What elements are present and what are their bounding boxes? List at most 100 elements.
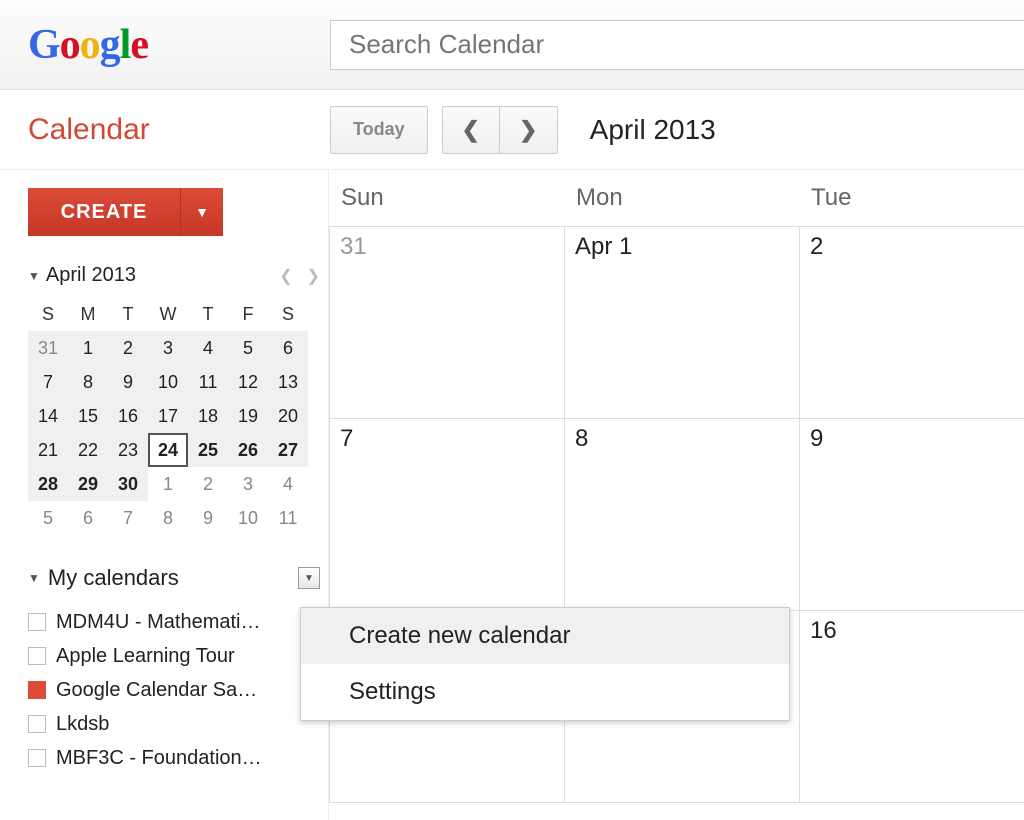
mini-prev-button[interactable]: ❮ <box>279 266 292 286</box>
mini-weekday-head: F <box>228 297 268 331</box>
mini-next-button[interactable]: ❯ <box>307 266 320 286</box>
mini-day-cell[interactable]: 18 <box>188 399 228 433</box>
mini-day-cell[interactable]: 26 <box>228 433 268 467</box>
mini-day-cell[interactable]: 1 <box>148 467 188 501</box>
mini-day-cell[interactable]: 4 <box>268 467 308 501</box>
calendar-list-label: Lkdsb <box>56 713 109 736</box>
dropdown-menu-item[interactable]: Create new calendar <box>301 608 789 664</box>
mini-day-cell[interactable]: 21 <box>28 433 68 467</box>
mini-weekday-head: T <box>108 297 148 331</box>
mini-day-cell[interactable]: 30 <box>108 467 148 501</box>
calendar-list-label: MDM4U - Mathemati… <box>56 611 260 634</box>
today-button[interactable]: Today <box>330 106 428 154</box>
calendar-color-box[interactable] <box>28 613 46 631</box>
app-title: Calendar <box>0 113 330 147</box>
sidebar: CREATE ▼ ▼ April 2013 ❮ ❯ SMTWTFS3112345… <box>0 170 329 820</box>
mini-weekday-head: M <box>68 297 108 331</box>
calendar-grid: SunMonTue 31Apr 1278916 <box>329 170 1024 820</box>
mini-day-cell[interactable]: 3 <box>228 467 268 501</box>
nav-arrow-group: ❮ ❯ <box>442 106 558 154</box>
mini-day-cell[interactable]: 11 <box>268 501 308 535</box>
mini-day-cell[interactable]: 9 <box>108 365 148 399</box>
mini-day-cell[interactable]: 6 <box>268 331 308 365</box>
calendar-list-item[interactable]: Google Calendar Sa… <box>28 673 320 707</box>
prev-button[interactable]: ❮ <box>442 106 500 154</box>
dropdown-menu-item[interactable]: Settings <box>301 664 789 720</box>
triangle-down-icon: ▼ <box>304 573 314 584</box>
mini-day-cell[interactable]: 7 <box>28 365 68 399</box>
chevron-left-icon: ❮ <box>461 117 479 143</box>
mini-day-cell[interactable]: 25 <box>188 433 228 467</box>
mini-day-cell[interactable]: 24 <box>148 433 188 467</box>
calendar-day-cell[interactable]: 31 <box>329 227 564 418</box>
mini-day-cell[interactable]: 10 <box>228 501 268 535</box>
calendar-list-item[interactable]: MBF3C - Foundation… <box>28 741 320 775</box>
mini-day-cell[interactable]: 8 <box>148 501 188 535</box>
calendar-color-box[interactable] <box>28 681 46 699</box>
calendar-day-cell[interactable]: 16 <box>799 611 1024 802</box>
mini-cal-title: April 2013 <box>46 264 136 287</box>
mini-day-cell[interactable]: 3 <box>148 331 188 365</box>
calendar-day-cell[interactable]: 7 <box>329 419 564 610</box>
next-button[interactable]: ❯ <box>500 106 558 154</box>
create-button[interactable]: CREATE <box>28 188 181 236</box>
my-calendars-dropdown: Create new calendarSettings <box>300 607 790 721</box>
mini-day-cell[interactable]: 19 <box>228 399 268 433</box>
mini-day-cell[interactable]: 2 <box>188 467 228 501</box>
mini-weekday-head: W <box>148 297 188 331</box>
myc-collapse-icon[interactable]: ▼ <box>28 571 40 585</box>
mini-day-cell[interactable]: 17 <box>148 399 188 433</box>
mini-day-cell[interactable]: 11 <box>188 365 228 399</box>
mini-day-cell[interactable]: 13 <box>268 365 308 399</box>
weekday-header-cell: Mon <box>564 170 799 226</box>
my-calendars-menu-button[interactable]: ▼ <box>298 567 320 589</box>
calendar-day-cell[interactable]: 2 <box>799 227 1024 418</box>
mini-day-cell[interactable]: 2 <box>108 331 148 365</box>
mini-day-cell[interactable]: 9 <box>188 501 228 535</box>
calendar-color-box[interactable] <box>28 715 46 733</box>
mini-day-cell[interactable]: 5 <box>28 501 68 535</box>
google-logo: Google <box>0 21 165 69</box>
weekday-header-cell: Sun <box>329 170 564 226</box>
calendar-list-item[interactable]: Lkdsb <box>28 707 320 741</box>
calendar-day-cell[interactable]: 8 <box>564 419 799 610</box>
mini-day-cell[interactable]: 5 <box>228 331 268 365</box>
mini-weekday-head: T <box>188 297 228 331</box>
mini-day-cell[interactable]: 27 <box>268 433 308 467</box>
search-wrap <box>165 20 1024 70</box>
mini-day-cell[interactable]: 16 <box>108 399 148 433</box>
create-dropdown-button[interactable]: ▼ <box>181 188 223 236</box>
mini-day-cell[interactable]: 28 <box>28 467 68 501</box>
myc-title: My calendars <box>48 565 179 591</box>
mini-day-cell[interactable]: 4 <box>188 331 228 365</box>
mini-day-cell[interactable]: 6 <box>68 501 108 535</box>
calendar-list-item[interactable]: Apple Learning Tour <box>28 639 320 673</box>
mini-day-cell[interactable]: 29 <box>68 467 108 501</box>
mini-day-cell[interactable]: 23 <box>108 433 148 467</box>
mini-day-cell[interactable]: 1 <box>68 331 108 365</box>
calendar-day-cell[interactable]: Apr 1 <box>564 227 799 418</box>
mini-day-cell[interactable]: 15 <box>68 399 108 433</box>
mini-day-cell[interactable]: 8 <box>68 365 108 399</box>
calendar-color-box[interactable] <box>28 647 46 665</box>
mini-day-cell[interactable]: 31 <box>28 331 68 365</box>
search-input[interactable] <box>330 20 1024 70</box>
mini-cal-header: ▼ April 2013 ❮ ❯ <box>28 264 320 287</box>
my-calendars-list: MDM4U - Mathemati… Apple Learning Tour Goo… <box>28 605 320 775</box>
mini-day-cell[interactable]: 12 <box>228 365 268 399</box>
calendar-day-cell[interactable]: 9 <box>799 419 1024 610</box>
mini-day-cell[interactable]: 7 <box>108 501 148 535</box>
calendar-color-box[interactable] <box>28 749 46 767</box>
triangle-down-icon: ▼ <box>195 204 209 220</box>
mini-day-cell[interactable]: 14 <box>28 399 68 433</box>
mini-day-cell[interactable]: 20 <box>268 399 308 433</box>
calendar-list-item[interactable]: MDM4U - Mathemati… <box>28 605 320 639</box>
date-nav: Today ❮ ❯ April 2013 <box>330 106 716 154</box>
calendar-list-label: Google Calendar Sa… <box>56 679 257 702</box>
mini-day-cell[interactable]: 10 <box>148 365 188 399</box>
mini-calendar: SMTWTFS311234567891011121314151617181920… <box>28 297 320 535</box>
weekday-header-cell: Tue <box>799 170 1024 226</box>
mini-day-cell[interactable]: 22 <box>68 433 108 467</box>
calendar-row: 789 <box>329 419 1024 611</box>
mini-collapse-icon[interactable]: ▼ <box>28 269 40 283</box>
